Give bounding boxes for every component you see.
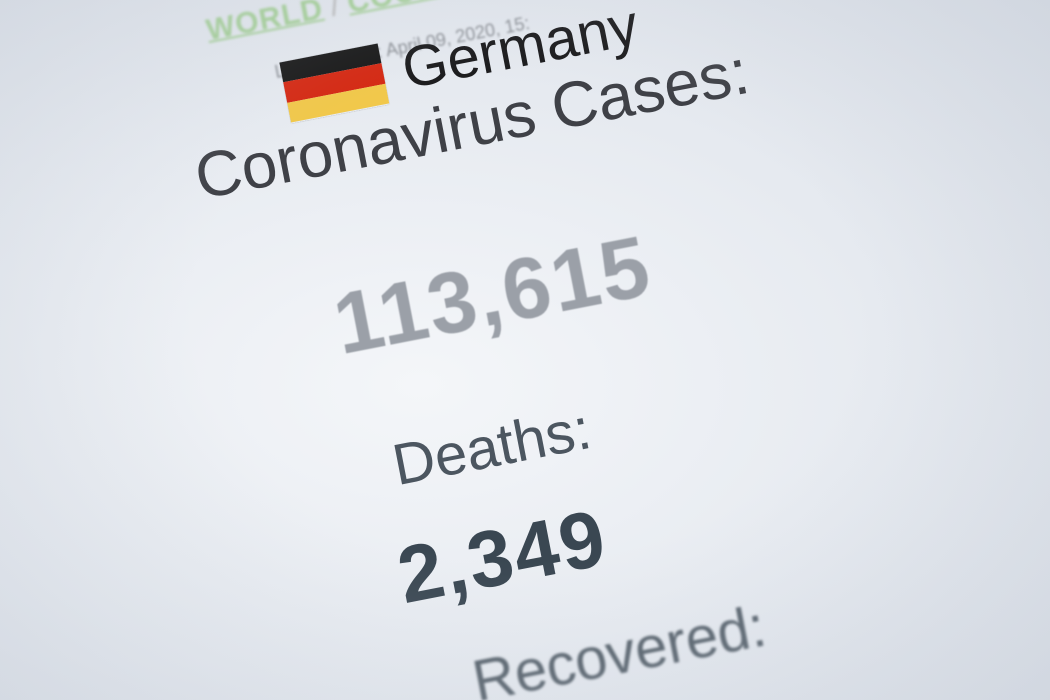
breadcrumb-world-link[interactable]: WORLD (204, 0, 326, 47)
deaths-value: 2,349 (390, 492, 614, 621)
screen: WORLD/COUNTRIES Last updated: April 09, … (0, 0, 1050, 700)
page-content: WORLD/COUNTRIES Last updated: April 09, … (0, 0, 1050, 700)
breadcrumb-separator: / (327, 0, 343, 23)
recovered-label: Recovered: (467, 593, 771, 700)
cases-value: 113,615 (326, 217, 659, 374)
deaths-label: Deaths: (387, 396, 597, 499)
